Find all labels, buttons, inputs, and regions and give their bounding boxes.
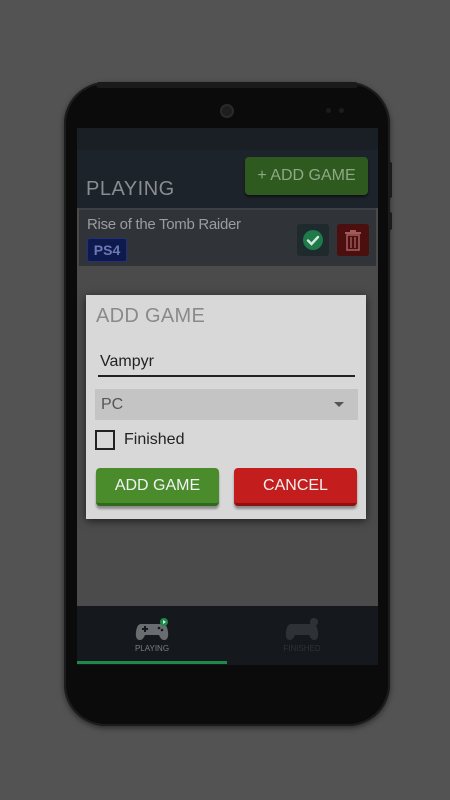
power-button	[388, 212, 392, 230]
mark-finished-button[interactable]	[297, 224, 329, 256]
tab-playing[interactable]: PLAYING	[77, 606, 227, 665]
check-circle-icon	[303, 230, 323, 250]
finished-label: Finished	[124, 431, 185, 448]
active-tab-indicator	[77, 661, 227, 664]
camera-speaker	[220, 104, 234, 118]
tab-playing-label: PLAYING	[134, 644, 170, 653]
game-name-input[interactable]	[98, 349, 355, 377]
platform-select[interactable]: PC	[95, 389, 358, 420]
finished-checkbox-row[interactable]: Finished	[95, 430, 184, 450]
platform-badge: PS4	[87, 238, 127, 262]
game-list-item[interactable]: Rise of the Tomb Raider PS4	[79, 208, 376, 266]
add-game-dialog: ADD GAME PC Finished ADD GAME CANCEL	[86, 295, 366, 519]
phone-top-edge	[96, 82, 358, 88]
dropdown-caret-icon	[334, 402, 344, 407]
trash-icon	[345, 230, 361, 251]
dialog-cancel-button[interactable]: CANCEL	[234, 468, 357, 506]
dialog-title: ADD GAME	[96, 305, 206, 327]
page-title: PLAYING	[86, 178, 175, 200]
dialog-add-game-button[interactable]: ADD GAME	[96, 468, 219, 506]
add-game-button[interactable]: + ADD GAME	[245, 157, 368, 195]
gamepad-play-icon	[135, 618, 169, 640]
finished-checkbox[interactable]	[95, 430, 115, 450]
platform-select-value: PC	[101, 395, 124, 413]
sensor-dot	[339, 108, 344, 113]
volume-button	[388, 162, 392, 198]
tab-finished[interactable]: FINISHED	[227, 606, 377, 665]
game-title: Rise of the Tomb Raider	[87, 216, 241, 233]
bottom-nav: PLAYING FINISHED	[77, 606, 378, 665]
sensor-dot	[326, 108, 331, 113]
delete-game-button[interactable]	[337, 224, 369, 256]
tab-finished-label: FINISHED	[283, 644, 321, 653]
gamepad-check-icon	[285, 618, 319, 640]
status-bar	[77, 128, 378, 150]
